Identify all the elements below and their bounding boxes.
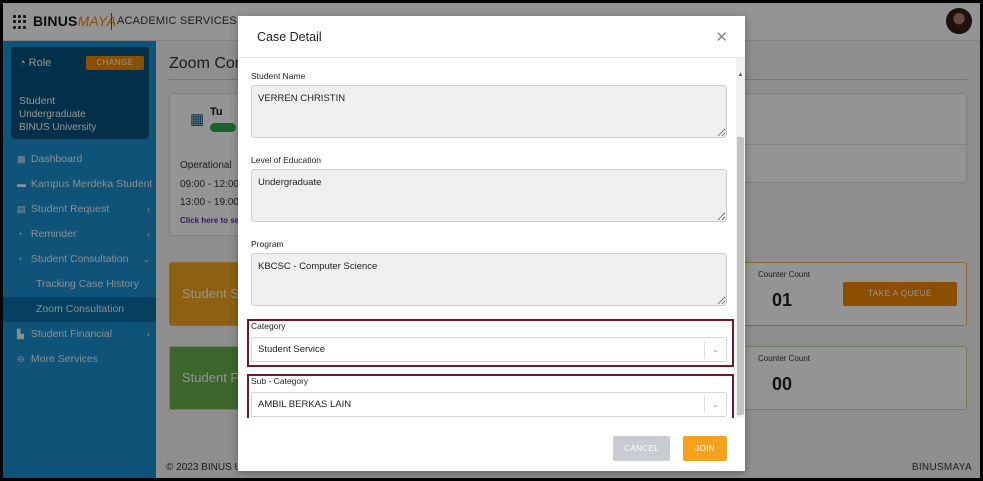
modal-title: Case Detail xyxy=(257,30,322,44)
browser-frame: BINUSMAYA ACADEMIC SERVICES Role CHANGE … xyxy=(3,3,980,478)
cancel-button[interactable]: CANCEL xyxy=(613,436,670,461)
case-detail-modal: Case Detail ✕ Student Name VERREN CHRIST… xyxy=(238,16,745,471)
category-value: Student Service xyxy=(258,344,326,355)
program-field[interactable]: KBCSC - Computer Science xyxy=(251,253,727,306)
chevron-down-icon: ⌄ xyxy=(704,341,726,358)
subcategory-label: Sub - Category xyxy=(251,376,309,386)
student-name-label: Student Name xyxy=(251,71,306,81)
modal-body: Student Name VERREN CHRISTIN Level of Ed… xyxy=(238,58,745,418)
chevron-down-icon: ⌄ xyxy=(704,396,726,413)
category-label: Category xyxy=(251,321,286,331)
scroll-up-icon[interactable]: ▲ xyxy=(737,72,744,78)
close-icon[interactable]: ✕ xyxy=(715,28,728,46)
education-label: Level of Education xyxy=(251,155,321,165)
modal-header: Case Detail ✕ xyxy=(238,16,745,58)
join-button[interactable]: JOIN xyxy=(683,436,727,461)
modal-scrollbar[interactable]: ▲ xyxy=(736,58,745,418)
education-field[interactable]: Undergraduate xyxy=(251,169,727,222)
category-select[interactable]: Student Service ⌄ xyxy=(251,337,727,362)
subcategory-select[interactable]: AMBIL BERKAS LAIN ⌄ xyxy=(251,392,727,417)
student-name-field[interactable]: VERREN CHRISTIN xyxy=(251,85,727,138)
program-label: Program xyxy=(251,239,284,249)
subcategory-value: AMBIL BERKAS LAIN xyxy=(258,399,352,410)
scrollbar-thumb[interactable] xyxy=(737,137,744,415)
